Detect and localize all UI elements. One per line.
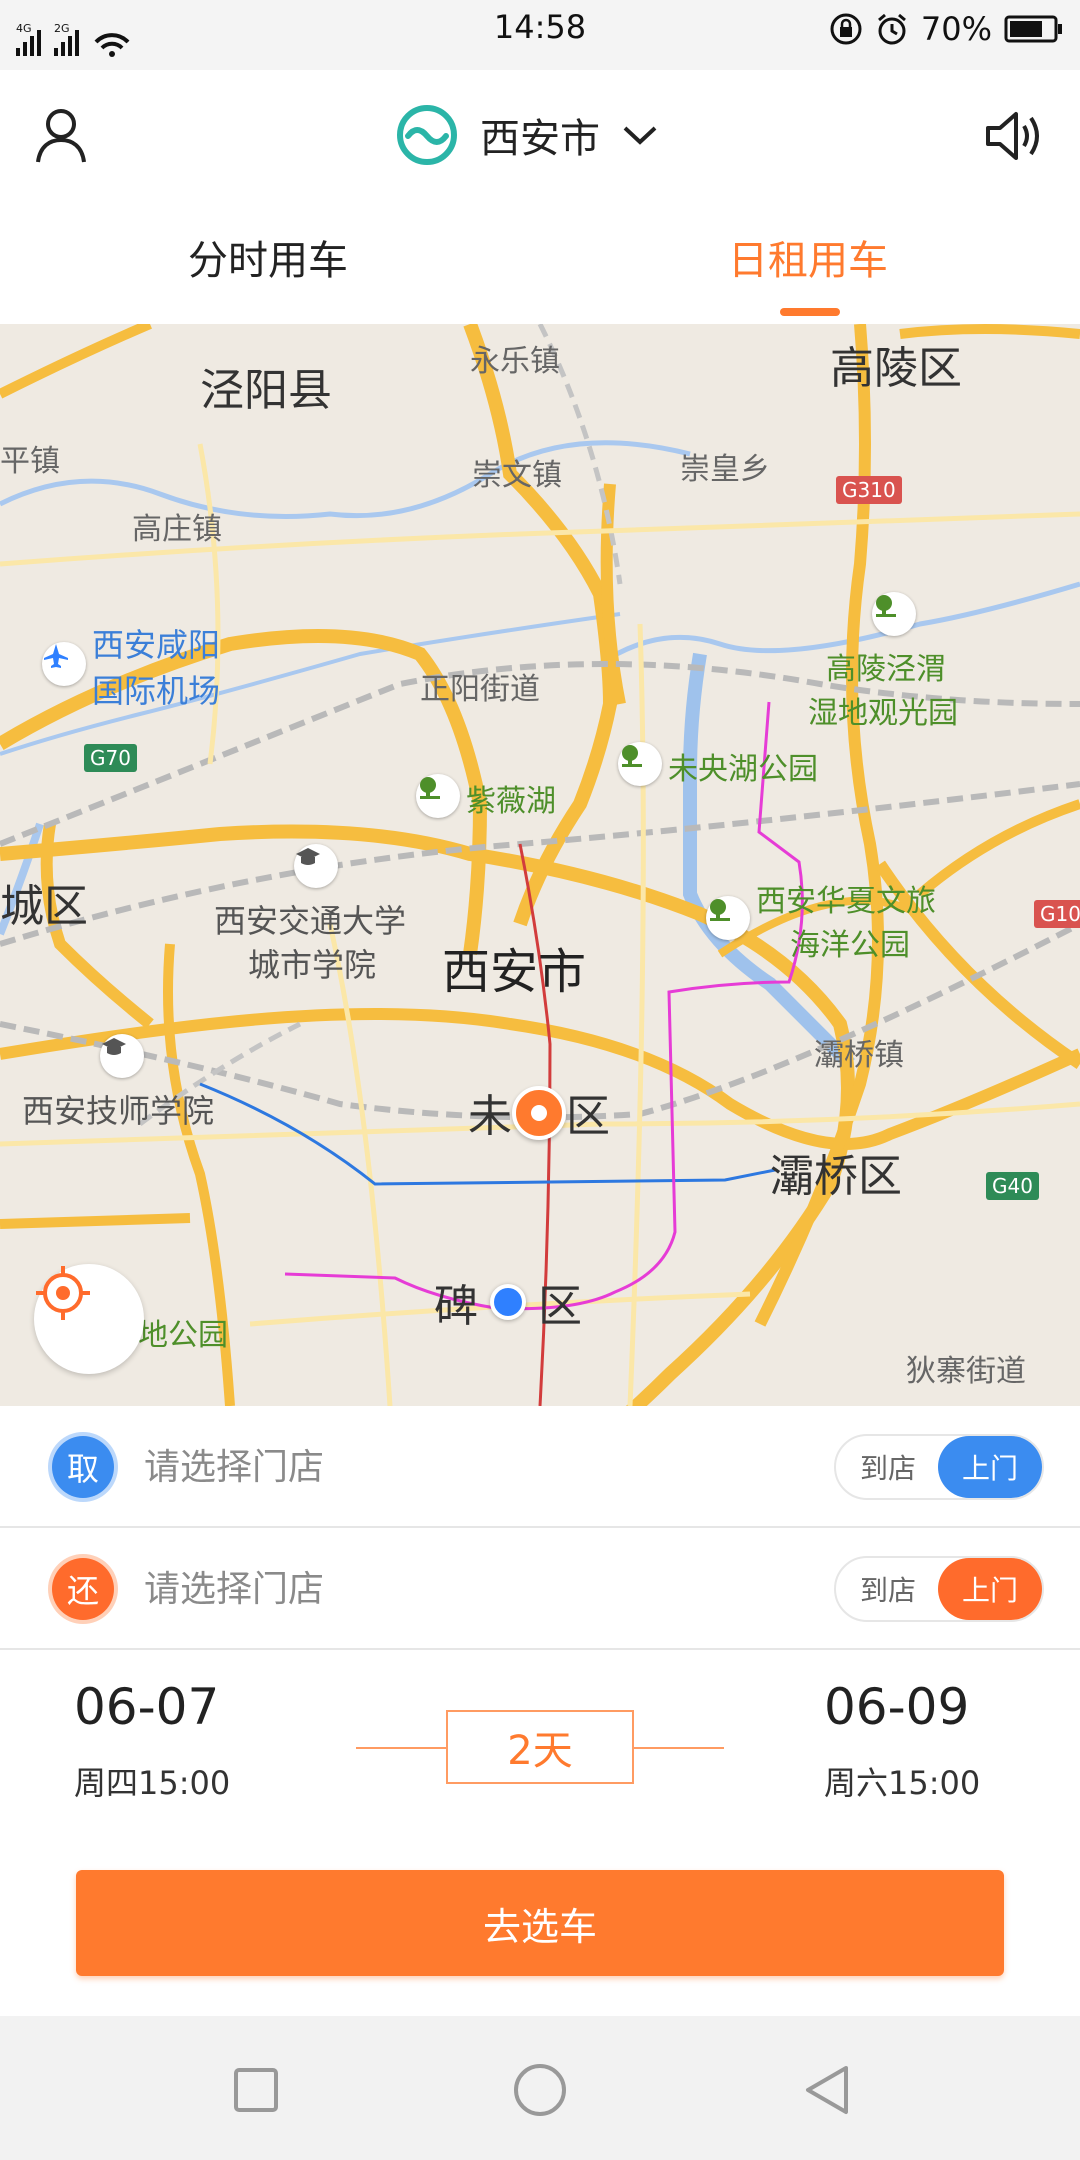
map-label: 西安交通大学 (214, 902, 407, 940)
school-poi[interactable] (294, 844, 338, 888)
tree-icon (622, 745, 642, 767)
map-city-label: 西安市 (442, 944, 587, 1000)
rental-mode-tabs: 分时用车 日租用车 (0, 200, 1080, 324)
graduation-cap-icon (296, 848, 320, 865)
pickup-store-input[interactable]: 请选择门店 (144, 1438, 324, 1490)
map-label: 紫薇湖 (466, 784, 556, 819)
map-label: 区 (538, 1281, 582, 1332)
map-label: 崇皇乡 (680, 452, 770, 487)
map-label: 崇文镇 (472, 458, 562, 493)
tab-daily[interactable]: 日租用车 (728, 228, 888, 286)
map-label: 未央湖公园 (668, 752, 818, 787)
map-label: 城区 (0, 881, 88, 932)
map-label: 狄寨街道 (906, 1354, 1026, 1389)
start-time: 周四15:00 (74, 1764, 231, 1802)
map-label: 湿地观光园 (808, 696, 958, 731)
map-label: 西安技师学院 (22, 1092, 215, 1130)
start-date: 06-07 (74, 1678, 220, 1736)
start-datetime[interactable]: 06-07 周四15:00 (74, 1678, 230, 1804)
status-right: 70% (829, 10, 1064, 48)
park-poi[interactable] (618, 742, 662, 786)
map-label: 平镇 (0, 444, 60, 479)
tree-icon (420, 777, 440, 799)
user-icon (36, 109, 86, 163)
map-label: 高陵泾渭 (826, 652, 946, 687)
map-label: 高庄镇 (132, 512, 222, 547)
map-view[interactable]: 泾阳县 永乐镇 高陵区 平镇 崇文镇 崇皇乡 G310 高庄镇 西安咸阳 国际机… (0, 324, 1080, 1406)
end-date: 06-09 (824, 1678, 970, 1736)
app-header: 西安市 (0, 70, 1080, 200)
city-selector[interactable]: 西安市 (396, 100, 658, 170)
map-label: 未 (468, 1091, 512, 1142)
battery-icon (1004, 15, 1062, 43)
back-icon[interactable] (798, 2060, 858, 2120)
map-label: 区 (566, 1091, 610, 1142)
map-label: 泾阳县 (200, 365, 332, 416)
pickup-mode-toggle[interactable]: 到店 上门 (834, 1434, 1044, 1500)
map-label: 西安华夏文旅 (756, 884, 936, 919)
return-opt-store[interactable]: 到店 (836, 1558, 940, 1620)
map-label: 灞桥区 (770, 1151, 902, 1202)
map-label: 地公园 (138, 1318, 228, 1353)
map-label: 海洋公园 (790, 928, 910, 963)
profile-button[interactable] (34, 106, 88, 166)
city-name: 西安市 (480, 116, 600, 162)
return-opt-door[interactable]: 上门 (938, 1558, 1042, 1620)
park-poi[interactable] (416, 774, 460, 818)
chevron-down-icon (623, 126, 657, 145)
choose-car-button[interactable]: 去选车 (76, 1870, 1004, 1976)
end-time: 周六15:00 (824, 1764, 981, 1802)
tab-hourly[interactable]: 分时用车 (188, 228, 348, 286)
park-poi[interactable] (872, 592, 916, 636)
speaker-icon (986, 112, 1039, 160)
map-label: 高陵区 (830, 343, 962, 394)
map-label: 正阳街道 (420, 672, 540, 707)
locate-button[interactable] (34, 1264, 144, 1374)
road-shield: G70 (84, 744, 137, 772)
duration-line-left (356, 1747, 446, 1749)
duration-badge: 2天 (446, 1710, 634, 1784)
map-label: 灞桥镇 (814, 1038, 904, 1073)
tab-indicator (780, 308, 840, 316)
map-label: 国际机场 (92, 672, 221, 710)
duration-line-right (634, 1747, 724, 1749)
map-label: 永乐镇 (470, 344, 560, 379)
recent-apps-icon[interactable] (226, 2060, 286, 2120)
road-shield: G40 (986, 1172, 1039, 1200)
pickup-store-row[interactable]: 取 请选择门店 到店 上门 (0, 1406, 1080, 1528)
return-store-row[interactable]: 还 请选择门店 到店 上门 (0, 1528, 1080, 1650)
tree-icon (876, 595, 896, 617)
school-poi[interactable] (100, 1034, 144, 1078)
pickup-opt-store[interactable]: 到店 (836, 1436, 940, 1498)
current-location-dot (490, 1284, 526, 1320)
return-badge: 还 (52, 1558, 114, 1620)
rental-period[interactable]: 06-07 周四15:00 2天 06-09 周六15:00 (0, 1650, 1080, 1870)
sound-button[interactable] (984, 108, 1046, 164)
pickup-badge: 取 (52, 1436, 114, 1498)
map-label: 碑 (434, 1281, 478, 1332)
map-label: 城市学院 (248, 946, 377, 984)
road-shield: G10 (1034, 900, 1080, 928)
end-datetime[interactable]: 06-09 周六15:00 (824, 1678, 980, 1804)
graduation-cap-icon (102, 1038, 126, 1055)
crosshair-icon (36, 1266, 90, 1320)
status-bar: 4G 2G 14:58 70% (0, 0, 1080, 70)
rotation-lock-icon (830, 13, 862, 45)
alarm-icon (877, 13, 906, 45)
return-mode-toggle[interactable]: 到店 上门 (834, 1556, 1044, 1622)
home-icon[interactable] (510, 2060, 570, 2120)
brand-logo-icon (397, 105, 457, 165)
airplane-icon (44, 644, 68, 668)
airport-poi[interactable] (42, 642, 86, 686)
pickup-opt-door[interactable]: 上门 (938, 1436, 1042, 1498)
map-center-pin[interactable] (512, 1086, 566, 1140)
road-shield: G310 (836, 476, 902, 504)
battery-percent: 70% (920, 10, 992, 48)
tree-icon (710, 899, 730, 921)
map-label: 西安咸阳 (92, 626, 221, 664)
return-store-input[interactable]: 请选择门店 (144, 1560, 324, 1612)
park-poi[interactable] (706, 896, 750, 940)
system-nav-bar (0, 2016, 1080, 2160)
